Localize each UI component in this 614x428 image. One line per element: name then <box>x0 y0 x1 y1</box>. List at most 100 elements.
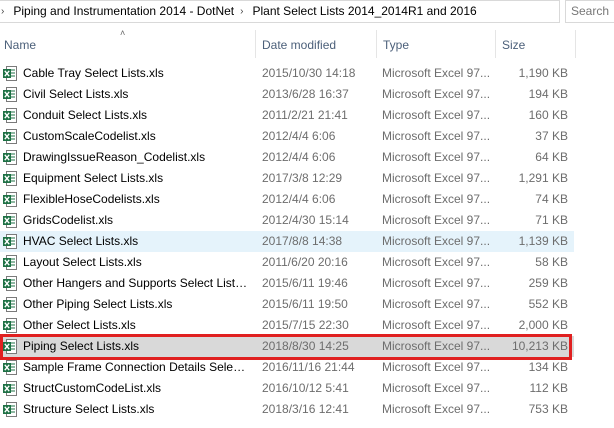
sort-up-icon: ˄ <box>120 28 126 38</box>
column-divider[interactable] <box>495 30 496 58</box>
excel-file-icon <box>3 66 17 81</box>
file-type: Microsoft Excel 97... <box>382 276 491 290</box>
file-type: Microsoft Excel 97... <box>382 255 491 269</box>
file-type: Microsoft Excel 97... <box>382 234 491 248</box>
file-name: CustomScaleCodelist.xls <box>23 129 156 143</box>
breadcrumb-piping-instrumentation[interactable]: Piping and Instrumentation 2014 - DotNet <box>10 1 237 22</box>
file-row[interactable]: DrawingIssueReason_Codelist.xls 2012/4/4 … <box>0 147 614 168</box>
file-size: 74 KB <box>535 192 568 206</box>
column-header-name[interactable]: Name <box>4 37 36 53</box>
file-row[interactable]: StructCustomCodeList.xls 2016/10/12 5:41 M… <box>0 378 614 399</box>
file-row[interactable]: Conduit Select Lists.xls 2011/2/21 21:41 M… <box>0 105 614 126</box>
file-date-modified: 2016/11/16 21:44 <box>262 360 355 374</box>
file-date-modified: 2018/8/30 14:25 <box>262 339 349 353</box>
excel-file-icon <box>3 87 17 102</box>
excel-file-icon <box>3 213 17 228</box>
file-date-modified: 2018/3/16 12:41 <box>262 402 349 416</box>
file-type: Microsoft Excel 97... <box>382 402 491 416</box>
excel-file-icon <box>3 192 17 207</box>
file-explorer-window: › Piping and Instrumentation 2014 - DotN… <box>0 0 614 428</box>
file-row[interactable]: Other Select Lists.xls 2015/7/15 22:30 Mic… <box>0 315 614 336</box>
excel-file-icon <box>3 255 17 270</box>
file-name: Other Piping Select Lists.xls <box>23 297 173 311</box>
file-name: Conduit Select Lists.xls <box>23 108 148 122</box>
address-bar[interactable]: › Piping and Instrumentation 2014 - DotN… <box>0 0 560 23</box>
file-type: Microsoft Excel 97... <box>382 66 491 80</box>
file-type: Microsoft Excel 97... <box>382 213 491 227</box>
file-row[interactable]: HVAC Select Lists.xls 2017/8/8 14:38 Micro… <box>0 231 614 252</box>
column-divider[interactable] <box>575 30 576 58</box>
excel-file-icon <box>3 129 17 144</box>
file-row[interactable]: Piping Select Lists.xls 2018/8/30 14:25 Mi… <box>0 336 614 357</box>
file-size: 58 KB <box>535 255 568 269</box>
file-date-modified: 2011/6/20 20:16 <box>262 255 348 269</box>
file-name: Other Hangers and Supports Select Lists.… <box>23 276 251 290</box>
excel-file-icon <box>3 318 17 333</box>
file-size: 753 KB <box>528 402 568 416</box>
file-date-modified: 2015/6/11 19:50 <box>262 297 348 311</box>
file-date-modified: 2011/2/21 21:41 <box>262 108 348 122</box>
file-type: Microsoft Excel 97... <box>382 108 491 122</box>
file-date-modified: 2017/3/8 12:29 <box>262 171 343 185</box>
breadcrumb-plant-select-lists[interactable]: Plant Select Lists 2014_2014R1 and 2016 <box>250 1 480 22</box>
excel-file-icon <box>3 276 17 291</box>
excel-file-icon <box>3 297 17 312</box>
file-type: Microsoft Excel 97... <box>382 129 491 143</box>
file-type: Microsoft Excel 97... <box>382 171 491 185</box>
file-type: Microsoft Excel 97... <box>382 150 491 164</box>
file-row[interactable]: GridsCodelist.xls 2012/4/30 15:14 Microsof… <box>0 210 614 231</box>
file-date-modified: 2017/8/8 14:38 <box>262 234 343 248</box>
column-divider[interactable] <box>255 30 256 58</box>
file-date-modified: 2012/4/4 6:06 <box>262 129 336 143</box>
file-size: 1,190 KB <box>518 66 568 80</box>
file-type: Microsoft Excel 97... <box>382 297 491 311</box>
column-divider[interactable] <box>376 30 377 58</box>
file-size: 1,291 KB <box>518 171 568 185</box>
file-row[interactable]: FlexibleHoseCodelists.xls 2012/4/4 6:06 Mi… <box>0 189 614 210</box>
file-name: DrawingIssueReason_Codelist.xls <box>23 150 206 164</box>
file-size: 134 KB <box>528 360 568 374</box>
file-type: Microsoft Excel 97... <box>382 360 491 374</box>
column-header-type[interactable]: Type <box>383 37 409 53</box>
excel-file-icon <box>3 150 17 165</box>
file-size: 259 KB <box>528 276 568 290</box>
file-row[interactable]: Layout Select Lists.xls 2011/6/20 20:16 Mi… <box>0 252 614 273</box>
file-name: Sample Frame Connection Details Select .… <box>23 360 251 374</box>
excel-file-icon <box>3 381 17 396</box>
file-row[interactable]: Other Hangers and Supports Select Lists.… <box>0 273 614 294</box>
file-row[interactable]: Other Piping Select Lists.xls 2015/6/11 1… <box>0 294 614 315</box>
file-size: 71 KB <box>535 213 568 227</box>
column-header-size[interactable]: Size <box>502 37 525 53</box>
chevron-right-icon[interactable]: › <box>237 1 249 22</box>
file-row[interactable]: Equipment Select Lists.xls 2017/3/8 12:29… <box>0 168 614 189</box>
file-size: 2,000 KB <box>518 318 568 332</box>
file-name: HVAC Select Lists.xls <box>23 234 139 248</box>
file-row[interactable]: Sample Frame Connection Details Select .… <box>0 357 614 378</box>
file-size: 160 KB <box>528 108 568 122</box>
file-name: GridsCodelist.xls <box>23 213 114 227</box>
file-name: Civil Select Lists.xls <box>23 87 129 101</box>
file-date-modified: 2012/4/4 6:06 <box>262 192 336 206</box>
file-date-modified: 2015/10/30 14:18 <box>262 66 356 80</box>
excel-file-icon <box>3 360 17 375</box>
file-name: StructCustomCodeList.xls <box>23 381 162 395</box>
file-row[interactable]: CustomScaleCodelist.xls 2012/4/4 6:06 Micr… <box>0 126 614 147</box>
excel-file-icon <box>3 402 17 417</box>
column-header-date-modified[interactable]: Date modified <box>262 37 336 53</box>
file-date-modified: 2013/6/28 16:37 <box>262 87 349 101</box>
file-name: Other Select Lists.xls <box>23 318 136 332</box>
file-date-modified: 2015/7/15 22:30 <box>262 318 349 332</box>
chevron-right-icon[interactable]: › <box>0 1 10 22</box>
file-type: Microsoft Excel 97... <box>382 381 491 395</box>
file-name: Piping Select Lists.xls <box>23 339 140 353</box>
file-name: Structure Select Lists.xls <box>23 402 155 416</box>
file-row[interactable]: Structure Select Lists.xls 2018/3/16 12:4… <box>0 399 614 420</box>
search-input[interactable]: Search <box>565 0 614 23</box>
excel-file-icon <box>3 171 17 186</box>
file-row[interactable]: Cable Tray Select Lists.xls 2015/10/30 14… <box>0 63 614 84</box>
excel-file-icon <box>3 339 17 354</box>
file-size: 10,213 KB <box>511 339 568 353</box>
file-row[interactable]: Civil Select Lists.xls 2013/6/28 16:37 Mic… <box>0 84 614 105</box>
file-type: Microsoft Excel 97... <box>382 87 491 101</box>
file-name: Layout Select Lists.xls <box>23 255 142 269</box>
